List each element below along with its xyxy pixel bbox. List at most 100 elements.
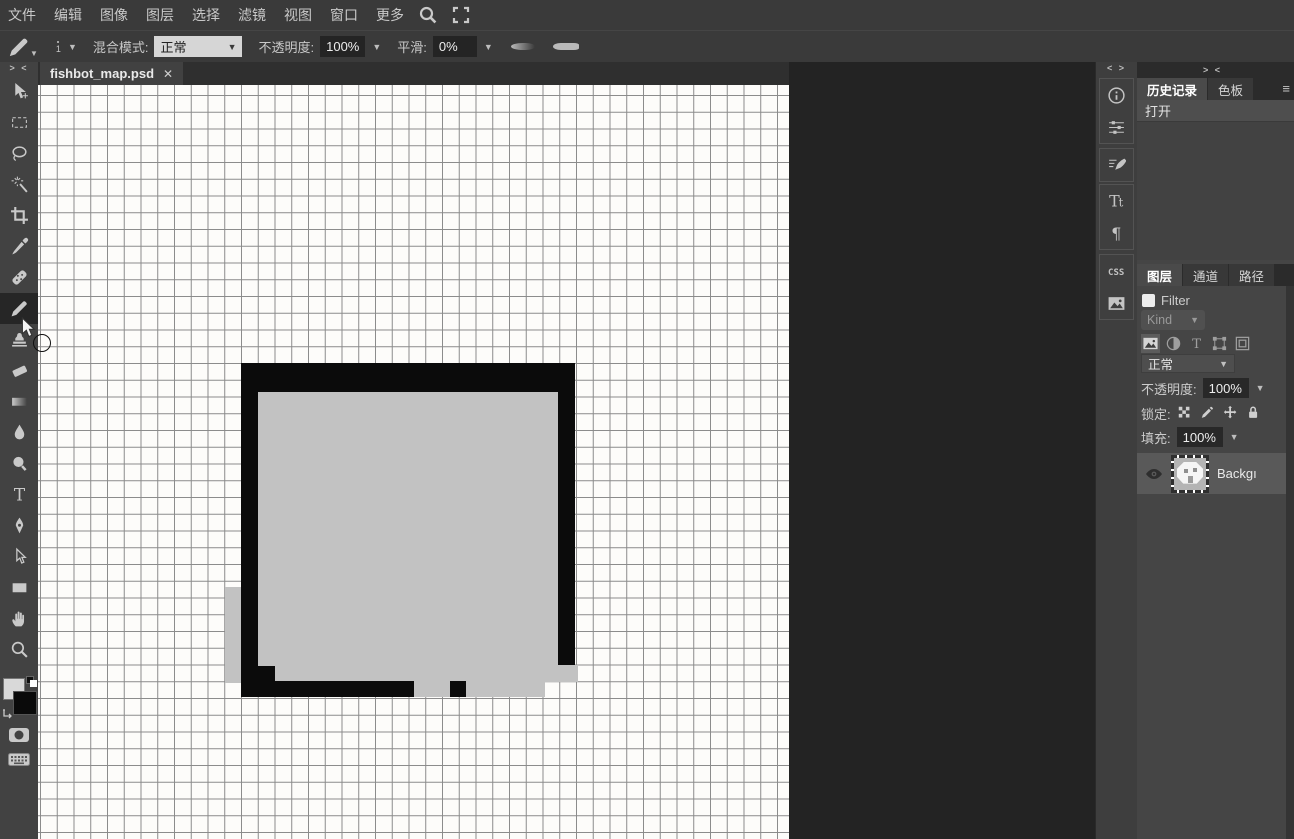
tab-路径[interactable]: 路径 <box>1229 264 1274 286</box>
filter-adjustment-layers-button[interactable] <box>1164 334 1183 353</box>
strip-group: Tt ¶ <box>1099 184 1134 250</box>
zoom-tool[interactable] <box>0 634 38 665</box>
menu-item[interactable]: 文件 <box>8 5 36 25</box>
menu-item[interactable]: 编辑 <box>54 5 82 25</box>
toolbar-collapse-control[interactable]: > < <box>0 62 38 76</box>
pixel-layers-icon <box>1142 335 1159 352</box>
tool-palette: > < T <box>0 62 38 839</box>
filter-smart-objects-button[interactable] <box>1233 334 1252 353</box>
fullscreen-icon[interactable] <box>452 6 470 24</box>
filter-type-layers-button[interactable]: T <box>1187 334 1206 353</box>
document-tab[interactable]: fishbot_map.psd ✕ <box>40 62 183 85</box>
quick-mask-icon[interactable] <box>0 722 38 748</box>
smoothing-input[interactable]: 0% <box>433 36 477 57</box>
layer-opacity-input[interactable]: 100% <box>1203 378 1249 398</box>
menu-bar: 文件编辑图像图层选择滤镜视图窗口更多 <box>0 0 1294 30</box>
pencil-icon[interactable]: ▼ <box>8 36 38 58</box>
panel-character-button[interactable]: Tt <box>1099 185 1134 217</box>
direct-select-tool[interactable] <box>0 541 38 572</box>
soft-stroke-icon[interactable] <box>511 43 535 50</box>
tab-图层[interactable]: 图层 <box>1137 264 1182 286</box>
layer-blend-mode-dropdown[interactable]: 正常 ▼ <box>1141 354 1235 373</box>
brush-size-preview[interactable]: 1 <box>56 41 61 53</box>
pixel-art-rect <box>225 587 241 683</box>
lock-position-button[interactable] <box>1223 405 1239 421</box>
eyedropper-tool[interactable] <box>0 231 38 262</box>
menu-item[interactable]: 图像 <box>100 5 128 25</box>
menu-item[interactable]: 图层 <box>146 5 174 25</box>
paragraph-icon: ¶ <box>1107 224 1126 243</box>
brush-picker-arrow[interactable]: ▼ <box>68 42 77 52</box>
opacity-slider-arrow[interactable]: ▼ <box>372 42 381 52</box>
lasso-tool[interactable] <box>0 138 38 169</box>
type-tool[interactable]: T <box>0 479 38 510</box>
menu-item[interactable]: 窗口 <box>330 5 358 25</box>
css-icon: CSS <box>1107 262 1126 281</box>
panel-menu-icon[interactable]: ≡ <box>1282 81 1290 96</box>
filter-pixel-layers-button[interactable] <box>1141 334 1160 353</box>
layer-visibility-eye-icon[interactable] <box>1145 468 1163 480</box>
fill-input[interactable]: 100% <box>1177 427 1223 447</box>
layer-row[interactable]: Backgı <box>1137 453 1286 494</box>
blend-mode-value: 正常 <box>160 37 186 56</box>
direct-select-icon <box>10 547 29 566</box>
layer-opacity-arrow[interactable]: ▼ <box>1256 383 1265 393</box>
panel-info-button[interactable] <box>1099 79 1134 111</box>
color-swatches <box>0 676 38 722</box>
menu-item[interactable]: 更多 <box>376 5 404 25</box>
layer-thumbnail[interactable] <box>1171 455 1209 493</box>
lock-all-button[interactable] <box>1246 405 1262 421</box>
history-swatches-tabs: 历史记录色板 <box>1137 78 1294 100</box>
menu-item[interactable]: 选择 <box>192 5 220 25</box>
default-colors-icon[interactable] <box>26 676 37 687</box>
panel-collapse-bar: > < <box>1137 62 1294 78</box>
magic-wand-icon <box>10 175 29 194</box>
background-color-swatch[interactable] <box>13 691 37 715</box>
strip-collapse-control[interactable]: < > <box>1096 62 1137 76</box>
hard-stroke-icon[interactable] <box>553 43 579 50</box>
blend-mode-dropdown[interactable]: 正常 ▼ <box>154 36 242 57</box>
lock-pixels-button[interactable] <box>1200 405 1216 421</box>
rect-select-tool[interactable] <box>0 107 38 138</box>
kind-dropdown[interactable]: Kind ▼ <box>1141 310 1205 330</box>
panel-paragraph-button[interactable]: ¶ <box>1099 217 1134 249</box>
chevron-down-icon: ▼ <box>1190 315 1199 325</box>
panel-scrollbar-gutter[interactable] <box>1286 286 1294 839</box>
eraser-tool[interactable] <box>0 355 38 386</box>
canvas-viewport[interactable] <box>38 85 789 839</box>
blur-tool[interactable] <box>0 417 38 448</box>
history-step[interactable]: 打开 <box>1137 100 1294 122</box>
hand-tool[interactable] <box>0 603 38 634</box>
panel-brush-settings-button[interactable] <box>1099 149 1134 181</box>
kind-value: Kind <box>1147 313 1172 327</box>
fill-arrow[interactable]: ▼ <box>1230 432 1239 442</box>
panel-collapse-control[interactable]: > < <box>1203 64 1222 78</box>
svg-text:CSS: CSS <box>1108 268 1124 278</box>
search-icon[interactable] <box>418 5 438 25</box>
rectangle-tool[interactable] <box>0 572 38 603</box>
menu-items: 文件编辑图像图层选择滤镜视图窗口更多 <box>0 5 404 25</box>
tab-色板[interactable]: 色板 <box>1208 78 1253 100</box>
keyboard-shortcuts-icon[interactable] <box>0 746 38 772</box>
smoothing-slider-arrow[interactable]: ▼ <box>484 42 493 52</box>
close-icon[interactable]: ✕ <box>163 67 173 81</box>
lock-transparency-button[interactable] <box>1177 405 1193 421</box>
gradient-tool[interactable] <box>0 386 38 417</box>
pen-tool[interactable] <box>0 510 38 541</box>
menu-item[interactable]: 视图 <box>284 5 312 25</box>
spot-heal-tool[interactable] <box>0 262 38 293</box>
pixel-art-rect <box>414 681 450 697</box>
dodge-tool[interactable] <box>0 448 38 479</box>
panel-css-button[interactable]: CSS <box>1099 255 1134 287</box>
tab-通道[interactable]: 通道 <box>1183 264 1228 286</box>
magic-wand-tool[interactable] <box>0 169 38 200</box>
panel-image-button[interactable] <box>1099 287 1134 319</box>
panel-adjustments-button[interactable] <box>1099 111 1134 143</box>
menu-item[interactable]: 滤镜 <box>238 5 266 25</box>
opacity-input[interactable]: 100% <box>320 36 365 57</box>
tab-历史记录[interactable]: 历史记录 <box>1137 78 1207 100</box>
filter-shape-layers-button[interactable] <box>1210 334 1229 353</box>
crop-tool[interactable] <box>0 200 38 231</box>
filter-checkbox[interactable] <box>1142 294 1155 307</box>
move-tool[interactable] <box>0 76 38 107</box>
